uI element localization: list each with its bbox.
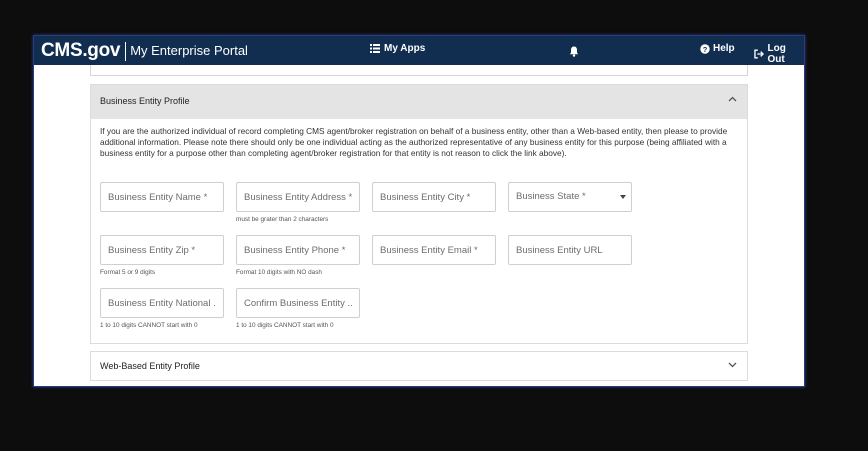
brand[interactable]: CMS.gov My Enterprise Portal <box>41 40 248 62</box>
question-circle-icon: ? <box>700 43 710 53</box>
web-based-entity-profile-panel[interactable]: Web-Based Entity Profile <box>90 351 748 381</box>
svg-text:?: ? <box>703 44 708 53</box>
phone-hint: Format 10 digits with NO dash <box>236 269 322 276</box>
business-entity-city-input[interactable] <box>372 182 496 212</box>
portal-name: My Enterprise Portal <box>130 43 248 58</box>
previous-section-edge <box>90 65 748 76</box>
business-entity-intro-text: If you are the authorized individual of … <box>100 126 728 159</box>
help-label: Help <box>713 43 735 54</box>
portal-window: CMS.gov My Enterprise Portal My Apps ? H… <box>33 35 805 387</box>
business-entity-national-input[interactable] <box>100 288 224 318</box>
confirm-hint: 1 to 10 digits CANNOT start with 0 <box>236 322 334 329</box>
main-content: Business Entity Profile If you are the a… <box>34 65 804 386</box>
business-entity-phone-input[interactable] <box>236 235 360 265</box>
business-entity-zip-input[interactable] <box>100 235 224 265</box>
business-entity-email-input[interactable] <box>372 235 496 265</box>
caret-down-icon <box>620 195 626 199</box>
top-navigation-bar: CMS.gov My Enterprise Portal My Apps ? H… <box>34 36 804 65</box>
help-link[interactable]: ? Help <box>700 43 735 54</box>
business-state-value: Business State * <box>508 182 632 212</box>
my-apps-label: My Apps <box>384 43 426 54</box>
chevron-down-icon <box>728 362 737 368</box>
business-entity-name-input[interactable] <box>100 182 224 212</box>
list-icon <box>370 44 380 53</box>
cms-logo: CMS.gov <box>41 40 121 61</box>
web-based-entity-profile-title: Web-Based Entity Profile <box>100 361 200 371</box>
brand-divider <box>125 41 127 61</box>
business-entity-url-input[interactable] <box>508 235 632 265</box>
business-entity-address-input[interactable] <box>236 182 360 212</box>
sign-out-icon <box>754 49 764 59</box>
logout-link[interactable]: Log Out <box>754 43 804 65</box>
logout-label: Log Out <box>767 43 786 65</box>
my-apps-link[interactable]: My Apps <box>370 43 425 54</box>
business-entity-profile-header[interactable]: Business Entity Profile <box>91 85 747 119</box>
national-hint: 1 to 10 digits CANNOT start with 0 <box>100 322 198 329</box>
bell-icon <box>569 46 579 57</box>
business-entity-profile-title: Business Entity Profile <box>100 96 190 106</box>
business-entity-profile-panel: Business Entity Profile If you are the a… <box>90 84 748 344</box>
notifications-button[interactable] <box>569 44 579 62</box>
zip-hint: Format 5 or 9 digits <box>100 269 156 276</box>
chevron-up-icon <box>728 96 737 102</box>
confirm-business-entity-input[interactable] <box>236 288 360 318</box>
address-hint: must be grater than 2 characters <box>236 216 329 223</box>
business-state-select[interactable]: Business State * <box>508 182 632 212</box>
